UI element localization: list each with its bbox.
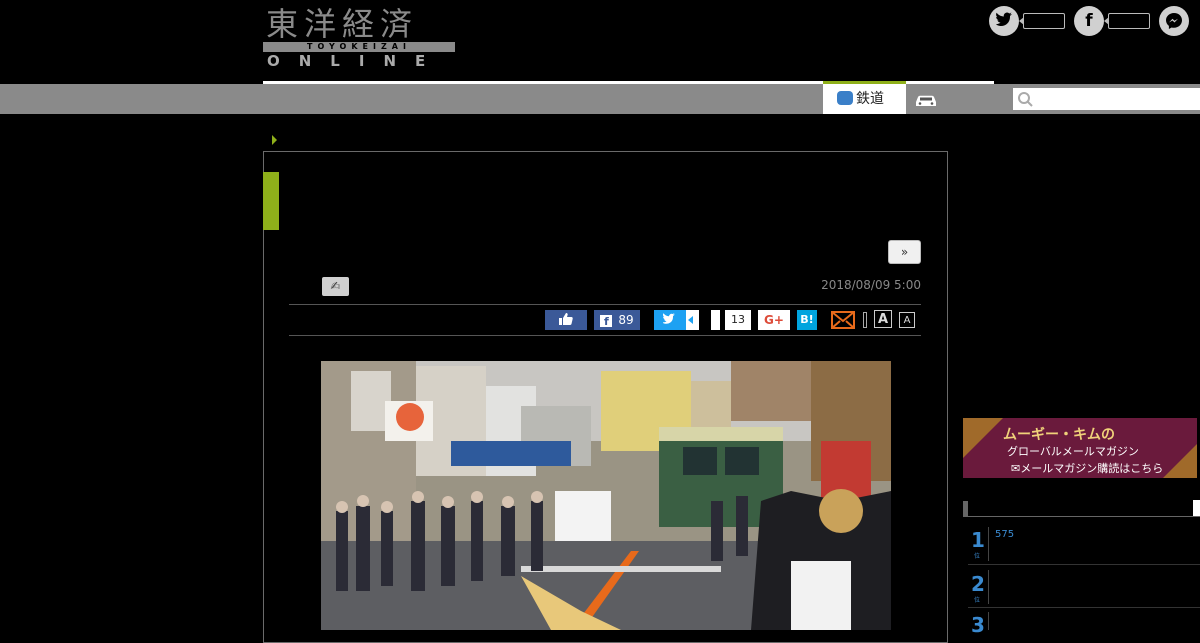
rank-number: 3 xyxy=(971,613,985,637)
share-rule-bottom xyxy=(289,335,921,336)
tab-rail[interactable]: 鉄道 xyxy=(823,81,906,114)
rank-suffix: 位 xyxy=(974,597,981,604)
title-accent-bar xyxy=(263,172,279,230)
train-icon xyxy=(837,91,853,105)
pocket-count: 13 xyxy=(725,310,751,330)
pocket-button[interactable] xyxy=(711,310,720,330)
bubble-arrow-icon xyxy=(688,316,693,324)
messenger-icon[interactable] xyxy=(1159,6,1189,36)
tab-car[interactable] xyxy=(906,84,946,114)
twitter-share-icon xyxy=(663,313,675,324)
tab-rail-label: 鉄道 xyxy=(856,91,884,107)
facebook-share-button[interactable]: f 89 xyxy=(594,310,640,330)
banner-cta: ✉メールマガジン購読はこちら xyxy=(1011,460,1163,476)
ranking-header-tab[interactable] xyxy=(1193,500,1200,516)
car-icon xyxy=(916,95,936,106)
thumbs-up-icon xyxy=(559,313,573,325)
twitter-icon[interactable] xyxy=(989,6,1019,36)
mail-magazine-banner[interactable]: ムーギー・キムの グローバルメールマガジン ✉メールマガジン購読はこちら xyxy=(963,418,1197,478)
site-logo[interactable]: 東洋経済 TOYOKEIZAI ONLINE xyxy=(263,6,455,72)
share-rule-top xyxy=(289,304,921,305)
rank-separator xyxy=(988,570,989,604)
rank-number: 2 xyxy=(971,572,985,596)
rank-divider xyxy=(968,607,1200,608)
rank-number: 1 xyxy=(971,528,985,552)
search-input[interactable] xyxy=(1013,88,1200,110)
print-button[interactable] xyxy=(863,312,867,328)
banner-cta-label: メールマガジン購読はこちら xyxy=(1020,462,1164,475)
author-icon[interactable]: ✍ xyxy=(322,277,349,296)
rank-count: 575 xyxy=(995,529,1015,540)
twitter-count-bubble xyxy=(686,310,699,330)
mail-icon[interactable] xyxy=(831,311,855,329)
breadcrumb-arrow-icon xyxy=(272,135,277,145)
article-photo xyxy=(321,361,891,630)
twitter-count-box xyxy=(1019,13,1065,29)
font-small-button[interactable]: A xyxy=(899,312,915,328)
like-button[interactable] xyxy=(545,310,587,330)
ranking-header xyxy=(963,501,1200,517)
rank-separator xyxy=(988,527,989,561)
more-button[interactable]: » xyxy=(888,240,921,264)
logo-kanji: 東洋経済 xyxy=(266,5,419,43)
googleplus-share-button[interactable]: G+ xyxy=(758,310,790,330)
facebook-share-count: 89 xyxy=(618,313,634,327)
rank-separator xyxy=(988,612,989,630)
logo-online: ONLINE xyxy=(267,52,445,70)
envelope-icon: ✉ xyxy=(1011,462,1021,475)
facebook-share-icon: f xyxy=(600,315,613,328)
search-icon xyxy=(1018,92,1033,107)
hatena-bookmark-button[interactable]: B! xyxy=(797,310,817,330)
rank-suffix: 位 xyxy=(974,553,981,560)
rank-divider xyxy=(968,564,1200,565)
facebook-icon[interactable]: f xyxy=(1074,6,1104,36)
font-large-button[interactable]: A xyxy=(874,310,892,328)
facebook-count-box xyxy=(1104,13,1150,29)
banner-title: ムーギー・キムの xyxy=(1003,427,1115,443)
banner-subtitle: グローバルメールマガジン xyxy=(1007,445,1139,458)
article-date: 2018/08/09 5:00 xyxy=(821,278,921,292)
facebook-glyph: f xyxy=(1085,11,1093,31)
twitter-share-button[interactable] xyxy=(654,310,686,330)
